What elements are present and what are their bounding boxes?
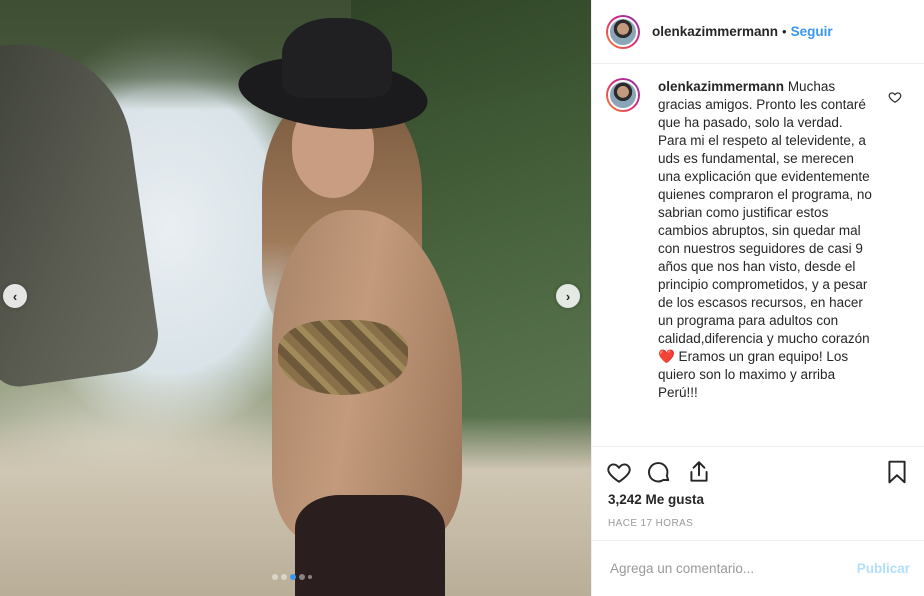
post-media[interactable]: ‹ › [0, 0, 591, 596]
carousel-dot [272, 574, 278, 580]
carousel-indicator [272, 574, 312, 580]
add-comment-form: Publicar [592, 540, 924, 596]
comment-input[interactable] [608, 560, 857, 577]
carousel-next-button[interactable]: › [556, 284, 580, 308]
comments-section[interactable]: olenkazimmermann Muchas gracias amigos. … [592, 64, 924, 447]
follow-button[interactable]: Seguir [791, 24, 833, 39]
avatar[interactable] [606, 14, 640, 49]
avatar-image [608, 16, 638, 47]
username-link[interactable]: olenkazimmermann [652, 24, 778, 39]
likes-count[interactable]: 3,242 Me gusta [608, 492, 704, 507]
chevron-left-icon: ‹ [12, 288, 18, 304]
comment-icon[interactable] [646, 459, 672, 485]
photo-person-pants [295, 495, 445, 596]
heart-icon[interactable] [606, 459, 632, 485]
share-icon[interactable] [686, 459, 712, 485]
like-comment-heart-icon[interactable] [888, 90, 902, 104]
caption-username[interactable]: olenkazimmermann [658, 79, 784, 94]
post-header: olenkazimmermann • Seguir [592, 0, 924, 64]
separator-dot: • [782, 24, 787, 39]
caption-comment: olenkazimmermann Muchas gracias amigos. … [592, 64, 924, 402]
photo-person-top [278, 320, 408, 395]
caption-avatar[interactable] [606, 78, 640, 112]
caption-text: olenkazimmermann Muchas gracias amigos. … [658, 78, 873, 402]
chevron-right-icon: › [565, 288, 571, 304]
carousel-dot [299, 574, 305, 580]
carousel-dot [281, 574, 287, 580]
caption-body: Muchas gracias amigos. Pronto les contar… [658, 79, 876, 400]
post-timestamp[interactable]: HACE 17 HORAS [608, 518, 693, 529]
post-sidebar: olenkazimmermann • Seguir olenkazimmerma… [591, 0, 924, 596]
carousel-prev-button[interactable]: ‹ [3, 284, 27, 308]
avatar-image [608, 80, 638, 110]
publish-button[interactable]: Publicar [857, 561, 910, 576]
bookmark-icon[interactable] [884, 459, 910, 485]
post-actions [606, 457, 910, 487]
photo-hat-crown [282, 18, 392, 98]
carousel-dot [308, 575, 312, 579]
carousel-dot-active [290, 574, 296, 580]
